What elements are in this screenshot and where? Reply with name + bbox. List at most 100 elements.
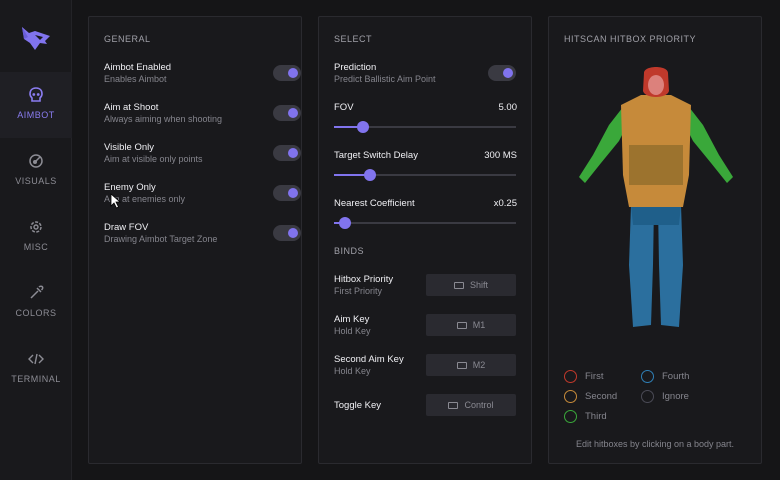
option-subtitle: Aim at visible only points	[104, 154, 203, 164]
hitbox-hint: Edit hitboxes by clicking on a body part…	[575, 439, 735, 449]
bind-title: Hitbox Priority	[334, 274, 394, 285]
bind-subtitle: Hold Key	[334, 366, 371, 376]
toggle-knob	[288, 188, 298, 198]
bind-toggle-key: Toggle Key Control	[334, 394, 516, 416]
keyboard-icon	[456, 321, 467, 329]
hitbox-left-arm[interactable]	[579, 107, 627, 183]
option-subtitle: Drawing Aimbot Target Zone	[104, 234, 218, 244]
prediction-toggle[interactable]	[488, 65, 516, 81]
fov-slider[interactable]	[334, 121, 516, 133]
aim-at-shoot-toggle[interactable]	[273, 105, 301, 121]
hitbox-right-arm[interactable]	[685, 107, 733, 183]
hitbox-priority-key-button[interactable]: Shift	[426, 274, 516, 296]
enemy-only-toggle[interactable]	[273, 185, 301, 201]
bind-hitbox-priority: Hitbox Priority First Priority Shift	[334, 274, 516, 296]
bind-subtitle: Hold Key	[334, 326, 371, 336]
legend-label: Second	[585, 391, 618, 402]
nearest-coefficient-slider[interactable]	[334, 217, 516, 229]
option-title: Visible Only	[104, 142, 154, 153]
draw-fov-toggle[interactable]	[273, 225, 301, 241]
vest-pouches	[629, 145, 683, 185]
option-enemy-only: Enemy Only Aim at enemies only	[104, 182, 286, 208]
belt	[631, 205, 681, 225]
legend-label: Fourth	[662, 371, 690, 382]
keyboard-icon	[456, 361, 467, 369]
keyboard-icon	[448, 401, 459, 409]
nearest-coefficient-label: Nearest Coefficient	[334, 198, 415, 209]
option-subtitle: Always aiming when shooting	[104, 114, 223, 124]
bind-title: Second Aim Key	[334, 354, 404, 365]
option-subtitle: Enables Aimbot	[104, 74, 167, 84]
sidebar-item-label: VISUALS	[15, 176, 57, 186]
option-title: Aim at Shoot	[104, 102, 159, 113]
skull-mask	[648, 75, 664, 95]
bind-title: Toggle Key	[334, 400, 382, 411]
toggle-knob	[503, 68, 513, 78]
hitbox-panel: HITSCAN HITBOX PRIORITY First Second Thi…	[548, 16, 762, 464]
toggle-knob	[288, 148, 298, 158]
gear-icon	[30, 221, 42, 233]
bind-subtitle: First Priority	[334, 286, 382, 296]
target-switch-delay-value: 300 MS	[484, 150, 517, 161]
option-aim-at-shoot: Aim at Shoot Always aiming when shooting	[104, 102, 286, 128]
legend-label: First	[585, 371, 604, 382]
keyboard-icon	[453, 281, 464, 289]
legend-label: Third	[585, 411, 607, 422]
panel-title: GENERAL	[104, 34, 151, 44]
sidebar-item-aimbot[interactable]: AIMBOT	[0, 72, 72, 138]
sidebar-item-colors[interactable]: COLORS	[0, 270, 72, 336]
binds-title: BINDS	[334, 246, 365, 256]
option-draw-fov: Draw FOV Drawing Aimbot Target Zone	[104, 222, 286, 248]
eyedropper-icon	[30, 285, 44, 299]
eye-icon	[29, 154, 43, 168]
option-visible-only: Visible Only Aim at visible only points	[104, 142, 286, 168]
fov-label: FOV	[334, 102, 354, 113]
slider-thumb[interactable]	[357, 121, 370, 133]
toggle-knob	[288, 108, 298, 118]
legend-dot	[641, 370, 654, 383]
option-subtitle: Predict Ballistic Aim Point	[334, 74, 436, 84]
bind-aim-key: Aim Key Hold Key M1	[334, 314, 516, 336]
key-label: M1	[472, 320, 486, 330]
slider-thumb[interactable]	[338, 217, 351, 229]
key-label: M2	[472, 360, 486, 370]
option-title: Draw FOV	[104, 222, 149, 233]
panel-title: SELECT	[334, 34, 373, 44]
aim-key-button[interactable]: M1	[426, 314, 516, 336]
option-aimbot-enabled: Aimbot Enabled Enables Aimbot	[104, 62, 286, 88]
sidebar-item-misc[interactable]: MISC	[0, 204, 72, 270]
key-label: Control	[464, 400, 494, 410]
select-panel: SELECT Prediction Predict Ballistic Aim …	[318, 16, 532, 464]
bind-title: Aim Key	[334, 314, 370, 325]
fov-value: 5.00	[498, 102, 518, 113]
slider-thumb[interactable]	[364, 169, 377, 181]
second-aim-key-button[interactable]: M2	[426, 354, 516, 376]
sidebar-item-label: AIMBOT	[17, 110, 55, 120]
character-model	[579, 67, 733, 327]
legend-dot	[564, 410, 577, 423]
skull-icon	[29, 87, 43, 102]
sidebar-item-label: MISC	[23, 242, 49, 252]
toggle-knob	[288, 228, 298, 238]
mouse-cursor-icon	[110, 193, 122, 209]
aimbot-enabled-toggle[interactable]	[273, 65, 301, 81]
legend-dot	[641, 390, 654, 403]
target-switch-delay-slider[interactable]	[334, 169, 516, 181]
code-icon	[28, 353, 44, 365]
target-switch-delay-label: Target Switch Delay	[334, 150, 418, 161]
sidebar-item-label: COLORS	[15, 308, 57, 318]
panel-title: HITSCAN HITBOX PRIORITY	[564, 34, 697, 44]
sidebar-item-label: TERMINAL	[11, 374, 61, 384]
legend-dot	[564, 370, 577, 383]
legend-dot	[564, 390, 577, 403]
option-title: Prediction	[334, 62, 377, 73]
slider-track	[334, 222, 516, 224]
general-panel: GENERAL Aimbot Enabled Enables Aimbot Ai…	[88, 16, 302, 464]
sidebar-item-visuals[interactable]: VISUALS	[0, 138, 72, 204]
visible-only-toggle[interactable]	[273, 145, 301, 161]
sidebar-item-terminal[interactable]: TERMINAL	[0, 336, 72, 402]
legend-label: Ignore	[662, 391, 689, 402]
toggle-knob	[288, 68, 298, 78]
toggle-key-button[interactable]: Control	[426, 394, 516, 416]
sidebar: AIMBOT VISUALS MISC COLORS TERMINAL	[0, 0, 72, 480]
